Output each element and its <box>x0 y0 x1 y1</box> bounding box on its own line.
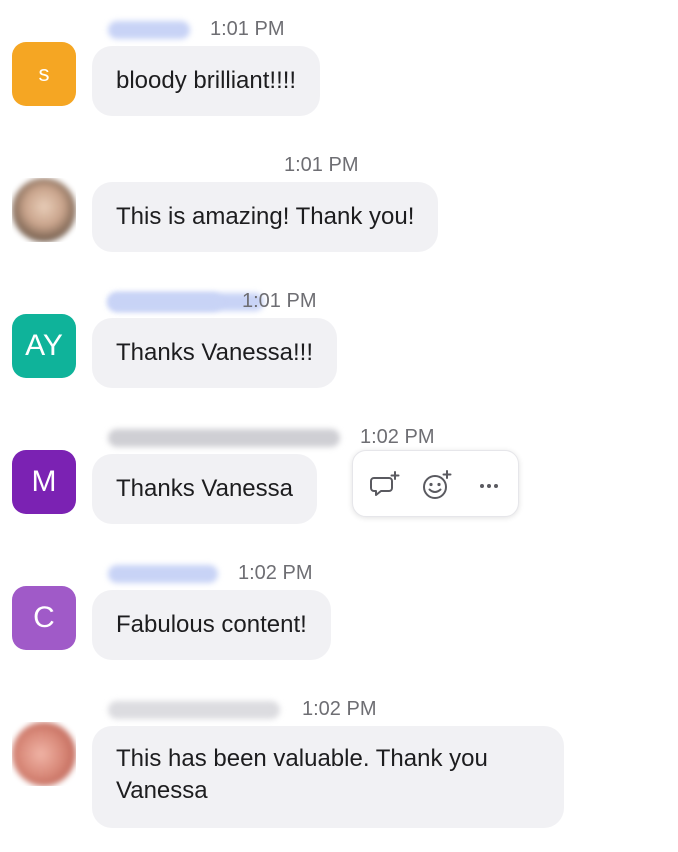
more-options-icon <box>480 484 498 488</box>
message-bubble[interactable]: Thanks Vanessa!!! <box>92 318 337 388</box>
message-bubble[interactable]: Fabulous content! <box>92 590 331 660</box>
reply-in-thread-icon <box>370 471 400 496</box>
avatar-initials: C <box>33 601 55 634</box>
avatar-initials: M <box>31 465 57 498</box>
message-text: Thanks Vanessa <box>116 475 293 502</box>
avatar[interactable] <box>12 178 76 242</box>
message-hover-toolbar <box>352 450 519 517</box>
message-timestamp: 1:01 PM <box>284 154 359 176</box>
message-timestamp: 1:01 PM <box>242 290 317 312</box>
sender-name-redacted <box>108 21 190 39</box>
message-text: Fabulous content! <box>116 611 307 638</box>
message-text: This is amazing! Thank you! <box>116 203 415 230</box>
sender-name-redacted <box>108 293 222 311</box>
sender-name-redacted <box>108 565 218 583</box>
message-bubble[interactable]: This is amazing! Thank you! <box>92 182 439 252</box>
avatar-initials: AY <box>25 329 63 362</box>
message-timestamp: 1:02 PM <box>238 562 313 584</box>
message-timestamp: 1:01 PM <box>210 18 285 40</box>
avatar[interactable] <box>12 722 76 786</box>
reply-in-thread-button[interactable] <box>367 467 403 503</box>
message-text: This has been valuable. Thank you Vaness… <box>116 745 488 804</box>
avatar-initials: s <box>38 61 50 86</box>
chat-message[interactable]: 1:01 PM s bloody brilliant!!!! <box>0 0 678 118</box>
message-timestamp: 1:02 PM <box>360 426 435 448</box>
avatar[interactable]: s <box>12 42 76 106</box>
message-bubble[interactable]: Thanks Vanessa <box>92 454 317 524</box>
avatar[interactable]: AY <box>12 314 76 378</box>
add-reaction-icon <box>423 470 452 499</box>
avatar-photo <box>12 178 76 242</box>
sender-name-redacted <box>108 429 340 447</box>
message-bubble[interactable]: bloody brilliant!!!! <box>92 46 321 116</box>
message-text: bloody brilliant!!!! <box>116 67 297 94</box>
add-reaction-button[interactable] <box>419 467 455 503</box>
avatar[interactable]: C <box>12 586 76 650</box>
message-bubble[interactable]: This has been valuable. Thank you Vaness… <box>92 726 564 828</box>
sender-name-redacted <box>108 701 280 719</box>
avatar-photo <box>12 722 76 786</box>
message-text: Thanks Vanessa!!! <box>116 339 313 366</box>
more-options-button[interactable] <box>471 467 507 503</box>
message-timestamp: 1:02 PM <box>302 698 377 720</box>
avatar[interactable]: M <box>12 450 76 514</box>
